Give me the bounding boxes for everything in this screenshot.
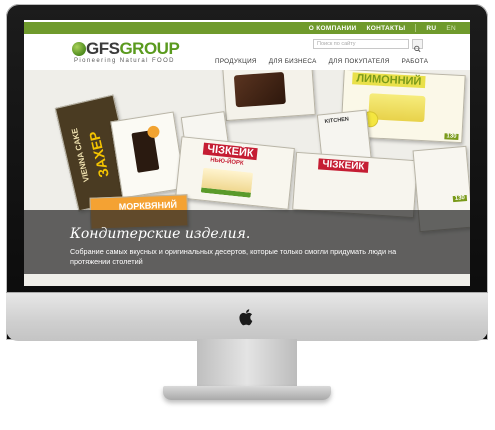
package-cheesecake: ЧІЗКЕЙК НЬЮ-ЙОРК: [175, 136, 295, 210]
nav-business-link[interactable]: ДЛЯ БИЗНЕСА: [269, 58, 317, 68]
imac-stand-neck: [197, 339, 297, 387]
cheesecake-image: [200, 167, 254, 198]
package-vienna-slice: [110, 111, 186, 199]
logo-tagline: Pioneering Natural FOOD: [74, 58, 175, 64]
search-button[interactable]: [412, 39, 423, 53]
site-header: GFSGROUP Pioneering Natural FOOD Поиск п…: [24, 34, 470, 70]
nav-divider: [415, 24, 417, 32]
nav-contacts-link[interactable]: КОНТАКТЫ: [367, 25, 406, 32]
hero-banner: ЛИМОННИЙ 130 VIENNA CAKE ЗАХЕР ЧІЗКЕЙК Н…: [24, 70, 470, 286]
package-cheesecake-2: ЧІЗКЕЙК: [292, 151, 418, 219]
right-price: 130: [452, 194, 468, 203]
zaher-label: ЗАХЕР: [85, 129, 112, 180]
hero-title[interactable]: Кондитерские изделия.: [70, 226, 250, 242]
main-navigation: ПРОДУКЦИЯ ДЛЯ БИЗНЕСА ДЛЯ ПОКУПАТЕЛЯ РАБ…: [215, 58, 428, 68]
nav-about-link[interactable]: О КОМПАНИИ: [309, 25, 357, 32]
kitchen-label: KITCHEN: [324, 116, 350, 125]
cheesecake-sub-label: НЬЮ-ЙОРК: [209, 157, 244, 167]
package-brownie: [222, 70, 316, 122]
lemon-label: ЛИМОННИЙ: [352, 72, 426, 89]
brownie-image: [233, 71, 286, 108]
cheesecake-2-label: ЧІЗКЕЙК: [317, 158, 369, 173]
logo-globe-icon[interactable]: [72, 42, 86, 56]
nav-products-link[interactable]: ПРОДУКЦИЯ: [215, 58, 257, 68]
nav-jobs-link[interactable]: РАБОТА: [402, 58, 429, 68]
hero-caption: Кондитерские изделия. Собрание самых вку…: [24, 210, 470, 274]
nav-customers-link[interactable]: ДЛЯ ПОКУПАТЕЛЯ: [329, 58, 390, 68]
lang-en-link[interactable]: EN: [446, 25, 456, 32]
imac-stand-foot: [163, 386, 331, 400]
top-bar: О КОМПАНИИ КОНТАКТЫ RU EN: [24, 20, 470, 34]
search-icon: [414, 45, 421, 53]
website-screen: О КОМПАНИИ КОНТАКТЫ RU EN GFSGROUP Pione…: [24, 20, 470, 286]
logo-text-group: GROUP: [119, 39, 180, 58]
search-input[interactable]: Поиск по сайту: [313, 39, 409, 49]
lang-ru-link[interactable]: RU: [426, 25, 436, 32]
hero-description: Собрание самых вкусных и оригинальных де…: [70, 247, 397, 266]
top-navigation: О КОМПАНИИ КОНТАКТЫ RU EN: [309, 22, 456, 34]
apple-logo-icon: [239, 309, 253, 326]
logo-text-gfs: GFS: [86, 39, 120, 58]
site-logo[interactable]: GFSGROUP: [86, 39, 180, 59]
lemon-price: 130: [444, 133, 459, 140]
